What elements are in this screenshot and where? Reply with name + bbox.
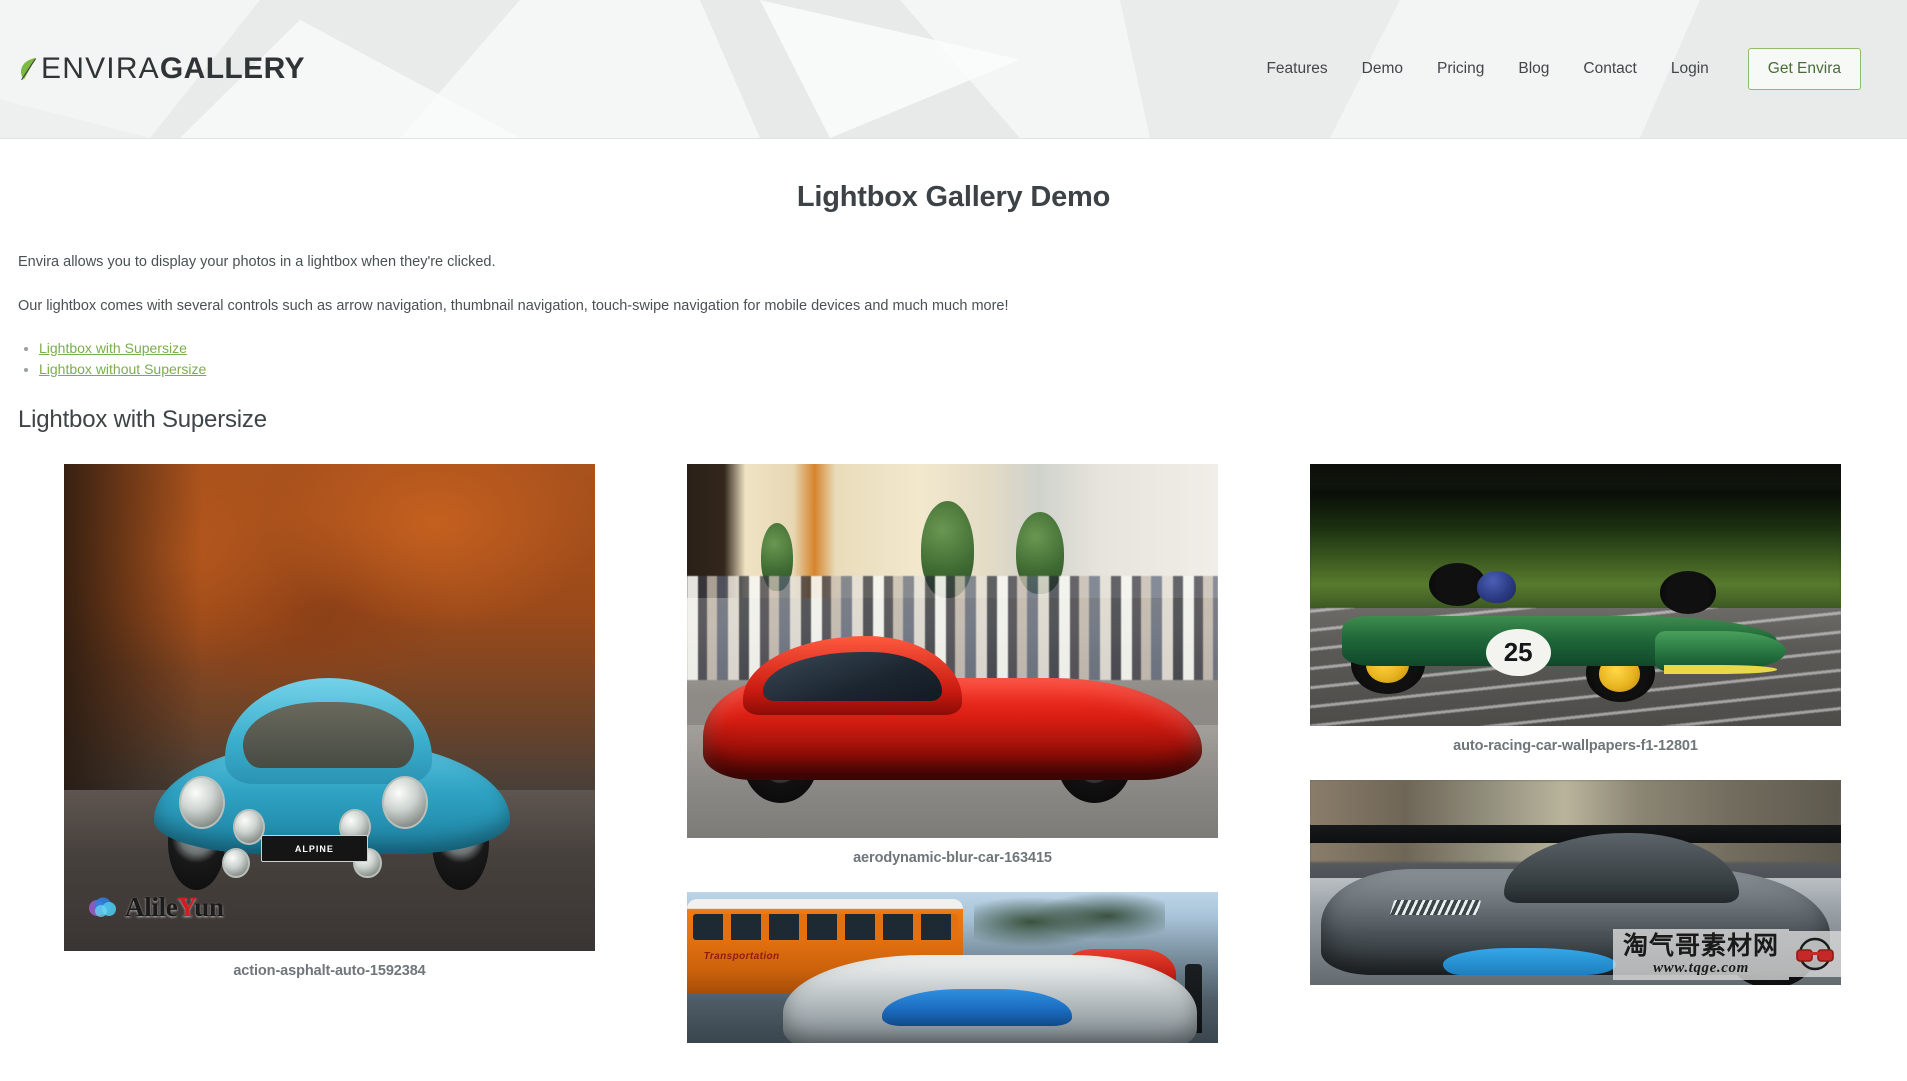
- page-main: Lightbox Gallery Demo Envira allows you …: [0, 181, 1907, 1051]
- site-logo[interactable]: ENVIRAGALLERY: [18, 54, 305, 84]
- intro-paragraph-2: Our lightbox comes with several controls…: [18, 297, 1009, 314]
- list-item: Lightbox without Supersize: [39, 361, 1889, 379]
- red-sls-illustration: [702, 635, 1203, 804]
- alpine-license-plate: ALPINE: [260, 835, 368, 862]
- f1-car-illustration: 25: [1341, 563, 1786, 702]
- gallery-item-corvette[interactable]: 淘气哥素材网 www.tqge.com: [1310, 779, 1841, 985]
- page-title: Lightbox Gallery Demo: [796, 181, 1111, 213]
- nav-item-demo[interactable]: Demo: [1345, 52, 1420, 86]
- gallery-caption: action-asphalt-auto-1592384: [233, 962, 426, 979]
- link-lightbox-with-supersize[interactable]: Lightbox with Supersize: [39, 340, 187, 356]
- gallery-column-3: 25 auto-racing-car-wallpapers-f1-12801 淘…: [1264, 448, 1887, 993]
- gallery-image-f1[interactable]: 25: [1310, 463, 1841, 726]
- f1-car-number: 25: [1485, 628, 1551, 677]
- gallery-item-aerodynamic-blur-car[interactable]: aerodynamic-blur-car-163415: [687, 463, 1218, 876]
- get-envira-button[interactable]: Get Envira: [1747, 48, 1861, 90]
- intro-paragraph-1: Envira allows you to display your photos…: [18, 254, 496, 270]
- nav-item-contact[interactable]: Contact: [1566, 52, 1653, 86]
- logo-text-bold: GALLERY: [159, 52, 305, 85]
- bus-livery-text: Transportation: [703, 951, 780, 963]
- gallery-caption: aerodynamic-blur-car-163415: [853, 849, 1052, 866]
- gallery-item-action-asphalt-auto[interactable]: ALPINE AlileYun action-asphalt-auto-1592…: [64, 463, 595, 989]
- site-header: ENVIRAGALLERY Features Demo Pricing Blog…: [0, 0, 1907, 139]
- chrome-car-illustration: [782, 954, 1197, 1043]
- gallery-item-school-bus-car[interactable]: Transportation: [687, 891, 1218, 1043]
- leaf-icon: [21, 58, 37, 81]
- gallery-image-alpine[interactable]: ALPINE AlileYun: [64, 463, 595, 951]
- alpine-car-illustration: ALPINE: [154, 677, 511, 891]
- nav-item-blog[interactable]: Blog: [1501, 52, 1566, 86]
- nav-item-login[interactable]: Login: [1654, 52, 1726, 86]
- gallery-caption: auto-racing-car-wallpapers-f1-12801: [1453, 737, 1698, 754]
- gallery-image-red-sls[interactable]: [687, 463, 1218, 838]
- gallery-image-chrome-car[interactable]: Transportation: [687, 891, 1218, 1043]
- section-title-supersize: Lightbox with Supersize: [18, 405, 267, 433]
- gallery-column-2: aerodynamic-blur-car-163415 Transportati…: [641, 448, 1264, 1051]
- nav-item-features[interactable]: Features: [1249, 52, 1344, 86]
- link-lightbox-without-supersize[interactable]: Lightbox without Supersize: [39, 361, 206, 377]
- gallery-item-auto-racing-f1[interactable]: 25 auto-racing-car-wallpapers-f1-12801: [1310, 463, 1841, 764]
- nav-item-pricing[interactable]: Pricing: [1420, 52, 1501, 86]
- list-item: Lightbox with Supersize: [39, 340, 1889, 358]
- envira-gallery: ALPINE AlileYun action-asphalt-auto-1592…: [18, 448, 1889, 1051]
- gallery-image-corvette[interactable]: 淘气哥素材网 www.tqge.com: [1310, 779, 1841, 985]
- jump-link-list: Lightbox with Supersize Lightbox without…: [18, 340, 1889, 379]
- corvette-illustration: [1320, 832, 1831, 985]
- main-navigation: Features Demo Pricing Blog Contact Login…: [1249, 48, 1861, 90]
- logo-text-light: ENVIRA: [41, 52, 160, 85]
- gallery-column-1: ALPINE AlileYun action-asphalt-auto-1592…: [18, 448, 641, 997]
